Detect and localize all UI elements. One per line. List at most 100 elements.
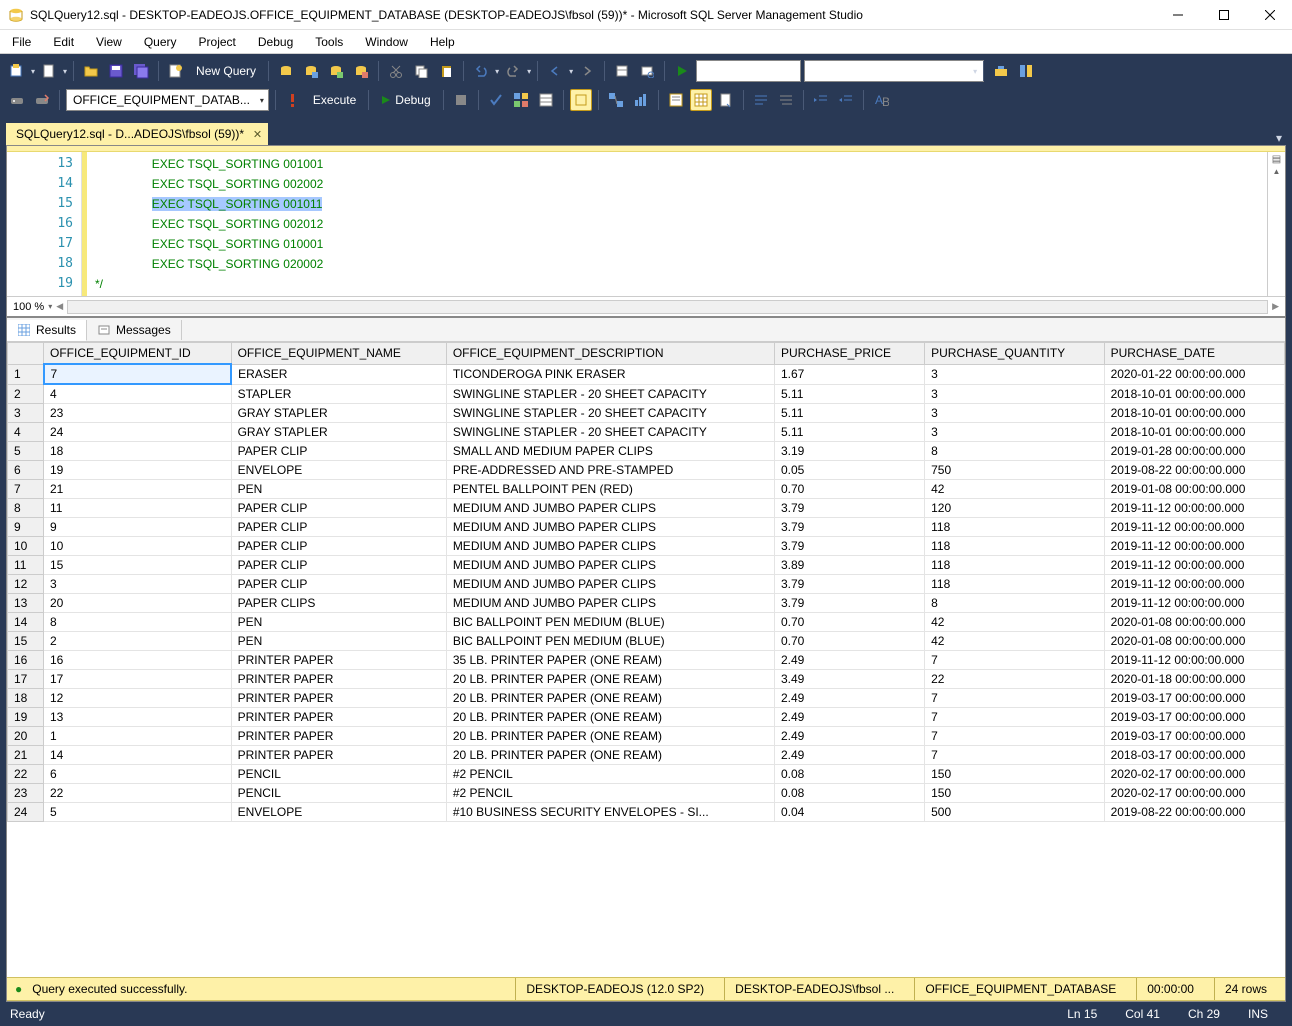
cell[interactable]: 23 <box>44 404 232 423</box>
cell[interactable]: PENCIL <box>231 765 446 784</box>
cell[interactable]: 1.67 <box>774 364 924 384</box>
cut-icon[interactable] <box>385 60 407 82</box>
menu-window[interactable]: Window <box>361 33 412 51</box>
cell[interactable]: 42 <box>925 632 1104 651</box>
cell[interactable]: 5.11 <box>774 404 924 423</box>
database-dropdown[interactable]: OFFICE_EQUIPMENT_DATAB... <box>66 89 269 111</box>
execute-excl-icon[interactable] <box>282 89 304 111</box>
outdent-icon[interactable] <box>835 89 857 111</box>
cell[interactable]: 3 <box>44 575 232 594</box>
menu-help[interactable]: Help <box>426 33 459 51</box>
cell[interactable]: 20 <box>44 594 232 613</box>
scroll-right-icon[interactable]: ▶ <box>1272 301 1279 312</box>
menu-file[interactable]: File <box>8 33 35 51</box>
cell[interactable]: 3.79 <box>774 594 924 613</box>
cell[interactable]: PRINTER PAPER <box>231 708 446 727</box>
table-row[interactable]: 619ENVELOPEPRE-ADDRESSED AND PRE-STAMPED… <box>8 461 1285 480</box>
table-row[interactable]: 1616PRINTER PAPER35 LB. PRINTER PAPER (O… <box>8 651 1285 670</box>
cell[interactable]: 5.11 <box>774 384 924 404</box>
cell[interactable]: 3.79 <box>774 575 924 594</box>
table-row[interactable]: 24STAPLERSWINGLINE STAPLER - 20 SHEET CA… <box>8 384 1285 404</box>
cell[interactable]: MEDIUM AND JUMBO PAPER CLIPS <box>446 537 774 556</box>
cell[interactable]: PENTEL BALLPOINT PEN (RED) <box>446 480 774 499</box>
minimize-button[interactable] <box>1164 5 1192 25</box>
cell[interactable]: #2 PENCIL <box>446 784 774 803</box>
cell[interactable]: 2019-03-17 00:00:00.000 <box>1104 708 1284 727</box>
copy-icon[interactable] <box>410 60 432 82</box>
cell[interactable]: 3.79 <box>774 518 924 537</box>
cell[interactable]: 42 <box>925 613 1104 632</box>
cell[interactable]: 2019-11-12 00:00:00.000 <box>1104 518 1284 537</box>
column-header[interactable]: PURCHASE_DATE <box>1104 343 1284 365</box>
open-folder-icon[interactable] <box>80 60 102 82</box>
cell[interactable]: SWINGLINE STAPLER - 20 SHEET CAPACITY <box>446 423 774 442</box>
table-row[interactable]: 2114PRINTER PAPER20 LB. PRINTER PAPER (O… <box>8 746 1285 765</box>
cell[interactable]: 10 <box>44 537 232 556</box>
cell[interactable]: 2019-08-22 00:00:00.000 <box>1104 803 1284 822</box>
cell[interactable]: 5.11 <box>774 423 924 442</box>
cell[interactable]: PRE-ADDRESSED AND PRE-STAMPED <box>446 461 774 480</box>
cell[interactable]: ENVELOPE <box>231 461 446 480</box>
cell[interactable]: 20 LB. PRINTER PAPER (ONE REAM) <box>446 746 774 765</box>
find-input[interactable] <box>696 60 801 82</box>
run-icon[interactable] <box>671 60 693 82</box>
cell[interactable]: 7 <box>925 651 1104 670</box>
cell[interactable]: #10 BUSINESS SECURITY ENVELOPES - SI... <box>446 803 774 822</box>
cell[interactable]: 15 <box>44 556 232 575</box>
results-grid-wrapper[interactable]: OFFICE_EQUIPMENT_IDOFFICE_EQUIPMENT_NAME… <box>7 342 1285 977</box>
table-row[interactable]: 811PAPER CLIPMEDIUM AND JUMBO PAPER CLIP… <box>8 499 1285 518</box>
change-connection-icon[interactable] <box>31 89 53 111</box>
cell[interactable]: 118 <box>925 518 1104 537</box>
cell[interactable]: 3 <box>925 404 1104 423</box>
cell[interactable]: PEN <box>231 632 446 651</box>
results-tab[interactable]: Results <box>7 320 87 341</box>
cell[interactable]: 22 <box>44 784 232 803</box>
cell[interactable]: 8 <box>44 613 232 632</box>
menu-edit[interactable]: Edit <box>49 33 78 51</box>
cell[interactable]: STAPLER <box>231 384 446 404</box>
undo-icon[interactable] <box>470 60 492 82</box>
cell[interactable]: 3 <box>925 384 1104 404</box>
cell[interactable]: 3 <box>925 423 1104 442</box>
cell[interactable]: 2019-01-28 00:00:00.000 <box>1104 442 1284 461</box>
cell[interactable]: MEDIUM AND JUMBO PAPER CLIPS <box>446 556 774 575</box>
nav-back-icon[interactable] <box>544 60 566 82</box>
table-row[interactable]: 201PRINTER PAPER20 LB. PRINTER PAPER (ON… <box>8 727 1285 746</box>
column-header[interactable]: OFFICE_EQUIPMENT_DESCRIPTION <box>446 343 774 365</box>
table-row[interactable]: 1717PRINTER PAPER20 LB. PRINTER PAPER (O… <box>8 670 1285 689</box>
cell[interactable]: 118 <box>925 556 1104 575</box>
column-header[interactable]: OFFICE_EQUIPMENT_NAME <box>231 343 446 365</box>
cell[interactable]: BIC BALLPOINT PEN MEDIUM (BLUE) <box>446 632 774 651</box>
menu-project[interactable]: Project <box>195 33 240 51</box>
cell[interactable]: #2 PENCIL <box>446 765 774 784</box>
scroll-left-icon[interactable]: ◀ <box>56 301 63 312</box>
column-header[interactable]: PURCHASE_PRICE <box>774 343 924 365</box>
cell[interactable]: 42 <box>925 480 1104 499</box>
cell[interactable]: 750 <box>925 461 1104 480</box>
table-row[interactable]: 1812PRINTER PAPER20 LB. PRINTER PAPER (O… <box>8 689 1285 708</box>
cell[interactable]: 20 LB. PRINTER PAPER (ONE REAM) <box>446 689 774 708</box>
intellisense-icon[interactable] <box>570 89 592 111</box>
db-query2-icon[interactable] <box>300 60 322 82</box>
cell[interactable]: 8 <box>925 442 1104 461</box>
cell[interactable]: 3.49 <box>774 670 924 689</box>
table-row[interactable]: 2322PENCIL#2 PENCIL0.081502020-02-17 00:… <box>8 784 1285 803</box>
table-row[interactable]: 152PENBIC BALLPOINT PEN MEDIUM (BLUE)0.7… <box>8 632 1285 651</box>
cell[interactable]: 2019-11-12 00:00:00.000 <box>1104 594 1284 613</box>
cell[interactable]: 2.49 <box>774 746 924 765</box>
properties-icon[interactable] <box>611 60 633 82</box>
execute-button[interactable]: Execute <box>307 93 362 107</box>
menu-tools[interactable]: Tools <box>311 33 347 51</box>
cell[interactable]: PEN <box>231 480 446 499</box>
specify-values-icon[interactable]: AB <box>870 89 892 111</box>
cell[interactable]: 2.49 <box>774 708 924 727</box>
cell[interactable]: PRINTER PAPER <box>231 670 446 689</box>
scroll-up-icon[interactable]: ▲ <box>1273 167 1281 176</box>
paste-icon[interactable] <box>435 60 457 82</box>
cell[interactable]: 2019-11-12 00:00:00.000 <box>1104 537 1284 556</box>
cell[interactable]: 2020-01-22 00:00:00.000 <box>1104 364 1284 384</box>
cell[interactable]: 21 <box>44 480 232 499</box>
close-button[interactable] <box>1256 5 1284 25</box>
cell[interactable]: 12 <box>44 689 232 708</box>
actual-plan-icon[interactable] <box>605 89 627 111</box>
